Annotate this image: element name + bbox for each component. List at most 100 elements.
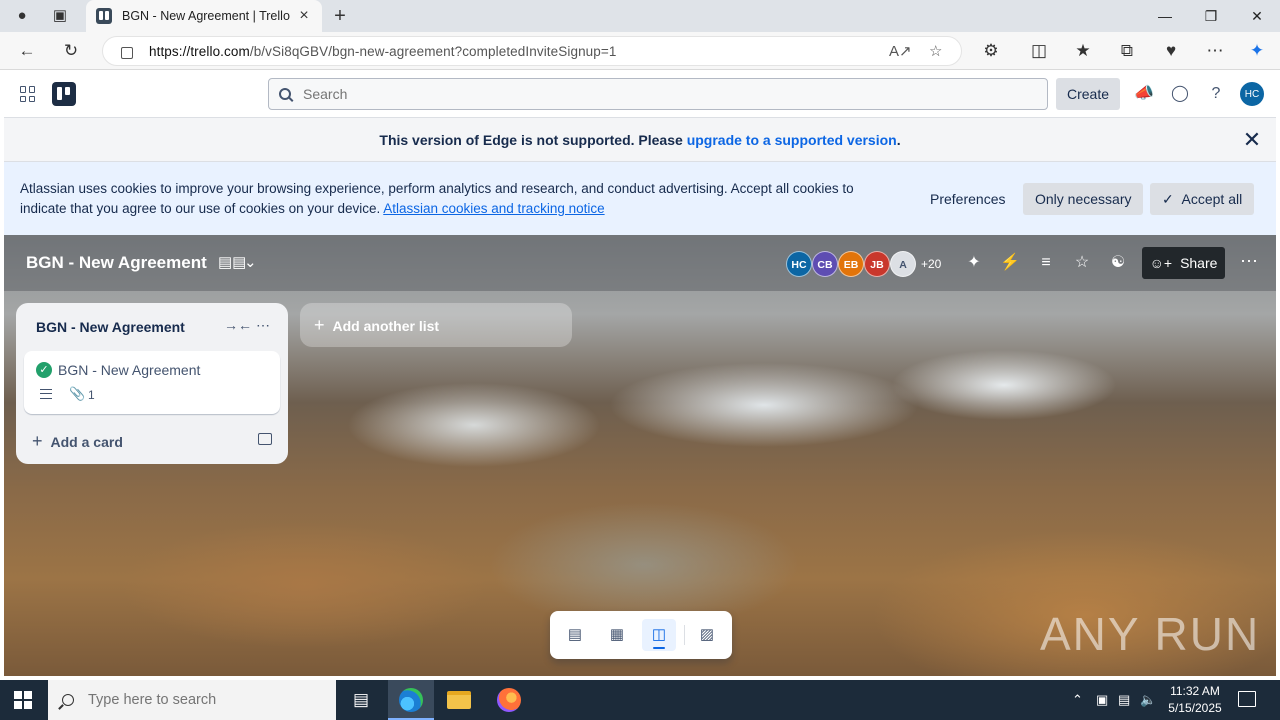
description-icon [40, 389, 52, 399]
windows-start-icon[interactable] [14, 691, 32, 709]
switch-boards-icon[interactable]: ▨ [690, 619, 724, 651]
cookie-banner: Atlassian uses cookies to improve your b… [4, 162, 1276, 235]
device-icon[interactable]: ▣ [1096, 680, 1108, 720]
show-hidden-icons-icon[interactable]: ⌃ [1072, 680, 1083, 720]
board-title[interactable]: BGN - New Agreement [26, 253, 207, 273]
network-icon[interactable]: ▤ [1118, 680, 1130, 720]
list-title[interactable]: BGN - New Agreement [36, 319, 185, 335]
board-canvas: BGN - New Agreement ▤▤ ⌄ HC CB EB JB A +… [4, 235, 1276, 676]
tab-title: BGN - New Agreement | Trello [122, 9, 290, 23]
task-view-icon[interactable]: ▤ [338, 680, 384, 720]
browser-toolbar: ← ↻ https://trello.com/b/vSi8qGBV/bgn-ne… [0, 32, 1280, 70]
search-box[interactable] [268, 78, 1048, 110]
plus-icon: + [314, 315, 325, 335]
trello-favicon-icon [96, 8, 112, 24]
divider [684, 625, 685, 645]
only-necessary-button[interactable]: Only necessary [1023, 183, 1144, 215]
lock-icon [121, 47, 133, 59]
taskbar-search[interactable] [48, 680, 336, 720]
board-view-icon[interactable]: ◫ [642, 619, 676, 651]
back-icon[interactable]: ← [16, 40, 38, 62]
member-avatar[interactable]: CB [812, 251, 838, 277]
banner-text-end: . [896, 132, 901, 148]
app-switcher-icon[interactable] [20, 86, 36, 102]
split-screen-icon[interactable]: ◫ [1028, 40, 1050, 62]
anyrun-watermark: ANY RUN [1040, 608, 1261, 660]
close-tab-icon[interactable]: × [296, 7, 312, 25]
new-tab-icon[interactable]: + [330, 6, 350, 26]
list[interactable]: BGN - New Agreement →← ⋯ ✓ BGN - New Agr… [16, 303, 288, 464]
account-avatar[interactable]: HC [1240, 82, 1264, 106]
banner-text: This version of Edge is not supported. P… [379, 132, 687, 148]
favorites-icon[interactable]: ★ [1072, 40, 1094, 62]
accept-all-button[interactable]: ✓ Accept all [1150, 183, 1255, 215]
collections-icon[interactable]: ⧉ [1116, 40, 1138, 62]
add-list-button[interactable]: + Add another list [300, 303, 572, 347]
cookie-text: Atlassian uses cookies to improve your b… [20, 181, 854, 216]
taskbar-search-input[interactable] [88, 692, 308, 708]
edge-taskbar-icon[interactable] [388, 680, 434, 720]
complete-check-icon[interactable]: ✓ [36, 362, 52, 378]
firefox-icon[interactable] [486, 680, 532, 720]
star-icon[interactable]: ☆ [1072, 253, 1092, 273]
filter-icon[interactable]: ≡ [1036, 253, 1056, 273]
browser-tab-active[interactable]: BGN - New Agreement | Trello × [86, 0, 322, 32]
restore-icon[interactable]: ❐ [1188, 0, 1234, 32]
read-aloud-icon[interactable]: A↗ [889, 42, 912, 60]
profile-icon[interactable]: ● [12, 6, 32, 26]
collapse-list-icon[interactable]: →← [224, 317, 252, 333]
minimize-icon[interactable]: — [1142, 0, 1188, 32]
system-clock[interactable]: 11:32 AM 5/15/2025 [1160, 683, 1230, 717]
board-menu-icon[interactable]: ⋯ [1240, 251, 1259, 272]
member-avatar[interactable]: EB [838, 251, 864, 277]
calendar-view-icon[interactable]: ▦ [600, 619, 634, 651]
chevron-down-icon[interactable]: ⌄ [244, 253, 257, 271]
refresh-icon[interactable]: ↻ [60, 40, 82, 62]
member-avatar[interactable]: HC [786, 251, 812, 277]
copilot-icon[interactable]: ✦ [1246, 40, 1268, 62]
notifications-icon[interactable] [1238, 691, 1256, 707]
power-ups-icon[interactable]: ✦ [964, 253, 984, 273]
close-banner-icon[interactable]: ✕ [1242, 129, 1262, 151]
list-actions-icon[interactable]: ⋯ [256, 317, 270, 334]
url-text: https://trello.com/b/vSi8qGBV/bgn-new-ag… [149, 43, 617, 59]
card[interactable]: ✓ BGN - New Agreement 📎 1 [24, 351, 280, 414]
card-title: BGN - New Agreement [58, 362, 201, 378]
search-icon [62, 694, 74, 706]
volume-icon[interactable]: 🔈 [1140, 680, 1156, 720]
attachment-icon: 📎 [69, 386, 86, 401]
close-window-icon[interactable]: ✕ [1234, 0, 1280, 32]
members-more-count[interactable]: +20 [921, 257, 941, 271]
card-template-icon[interactable] [258, 433, 272, 445]
extensions-icon[interactable]: ⚙ [980, 40, 1002, 62]
add-card-button[interactable]: + Add a card [32, 431, 123, 452]
preferences-button[interactable]: Preferences [918, 183, 1017, 215]
visibility-icon[interactable]: ☯ [1108, 253, 1128, 273]
trello-logo-icon[interactable] [52, 82, 76, 106]
cookie-notice-link[interactable]: Atlassian cookies and tracking notice [383, 201, 604, 216]
attachment-count: 1 [88, 388, 95, 402]
inbox-view-icon[interactable]: ▤ [558, 619, 592, 651]
megaphone-icon[interactable]: 📣 [1134, 84, 1154, 104]
browser-tab-bar: ● ▣ BGN - New Agreement | Trello × + — ❐… [0, 0, 1280, 32]
settings-more-icon[interactable]: ⋯ [1204, 40, 1226, 62]
search-input[interactable] [303, 86, 1003, 102]
create-button[interactable]: Create [1056, 78, 1120, 110]
share-button[interactable]: ☺+ Share [1142, 247, 1225, 279]
automation-bolt-icon[interactable]: ⚡ [1000, 253, 1020, 273]
favorite-star-icon[interactable]: ☆ [929, 42, 942, 60]
notifications-bell-icon[interactable]: ◯ [1170, 84, 1190, 104]
view-switcher: ▤ ▦ ◫ ▨ [550, 611, 732, 659]
help-icon[interactable]: ? [1206, 84, 1226, 104]
browser-essentials-icon[interactable]: ♥ [1160, 40, 1182, 62]
tab-actions-icon[interactable]: ▣ [50, 6, 70, 26]
file-explorer-icon[interactable] [436, 680, 482, 720]
address-bar[interactable]: https://trello.com/b/vSi8qGBV/bgn-new-ag… [102, 36, 962, 66]
unsupported-browser-banner: This version of Edge is not supported. P… [4, 118, 1276, 162]
check-icon: ✓ [1162, 190, 1182, 207]
upgrade-link[interactable]: upgrade to a supported version [687, 132, 897, 148]
board-view-icon[interactable]: ▤▤ [218, 253, 246, 271]
member-avatar[interactable]: A [890, 251, 916, 277]
add-person-icon: ☺+ [1149, 255, 1173, 271]
member-avatar[interactable]: JB [864, 251, 890, 277]
